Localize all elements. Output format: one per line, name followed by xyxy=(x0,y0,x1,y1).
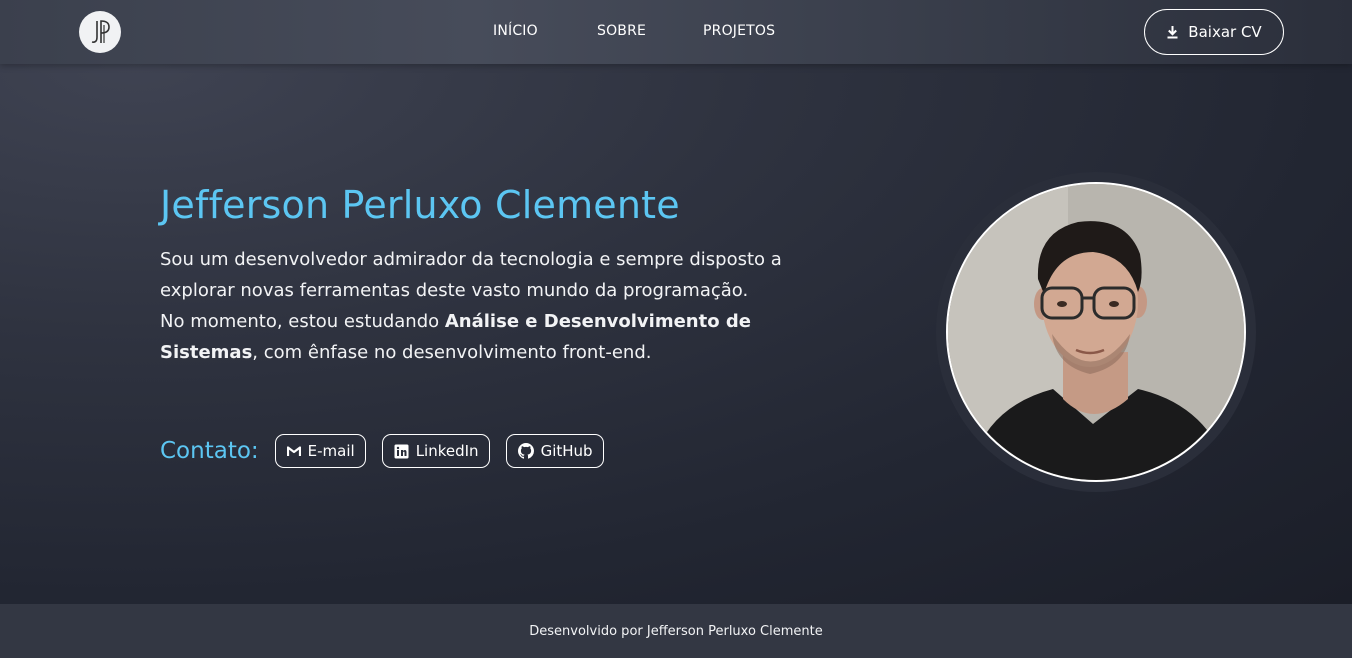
github-icon xyxy=(517,443,534,459)
footer-credit: Desenvolvido por Jefferson Perluxo Cleme… xyxy=(529,623,823,639)
linkedin-button[interactable]: LinkedIn xyxy=(381,434,490,468)
gmail-icon xyxy=(286,445,301,456)
bio-study-suffix: , com ênfase no desenvolvimento front-en… xyxy=(252,342,652,363)
hero-bio: Sou um desenvolvedor admirador da tecnol… xyxy=(160,244,800,368)
nav-link-projetos[interactable]: PROJETOS xyxy=(703,23,775,39)
linkedin-icon xyxy=(394,444,409,458)
nav-link-sobre[interactable]: SOBRE xyxy=(597,23,646,39)
jp-monogram-icon xyxy=(91,20,110,43)
profile-photo xyxy=(948,184,1244,480)
hero-name: Jefferson Perluxo Clemente xyxy=(160,183,680,227)
contact-row: Contato: E-mail LinkedIn GitHub xyxy=(160,434,620,468)
download-cv-button[interactable]: Baixar CV xyxy=(1144,9,1284,55)
logo[interactable] xyxy=(79,11,121,53)
github-label: GitHub xyxy=(540,442,593,460)
contact-label: Contato: xyxy=(160,438,259,464)
download-icon xyxy=(1167,26,1178,39)
email-label: E-mail xyxy=(307,442,355,460)
avatar xyxy=(946,182,1246,482)
bio-intro: Sou um desenvolvedor admirador da tecnol… xyxy=(160,249,782,301)
github-button[interactable]: GitHub xyxy=(505,434,604,468)
bio-study-prefix: No momento, estou estudando xyxy=(160,311,445,332)
nav-link-inicio[interactable]: INÍCIO xyxy=(493,23,538,39)
download-cv-label: Baixar CV xyxy=(1188,23,1262,41)
site-footer: Desenvolvido por Jefferson Perluxo Cleme… xyxy=(0,604,1352,658)
linkedin-label: LinkedIn xyxy=(415,442,479,460)
email-button[interactable]: E-mail xyxy=(274,434,366,468)
site-header: INÍCIO SOBRE PROJETOS Baixar CV xyxy=(0,0,1352,64)
